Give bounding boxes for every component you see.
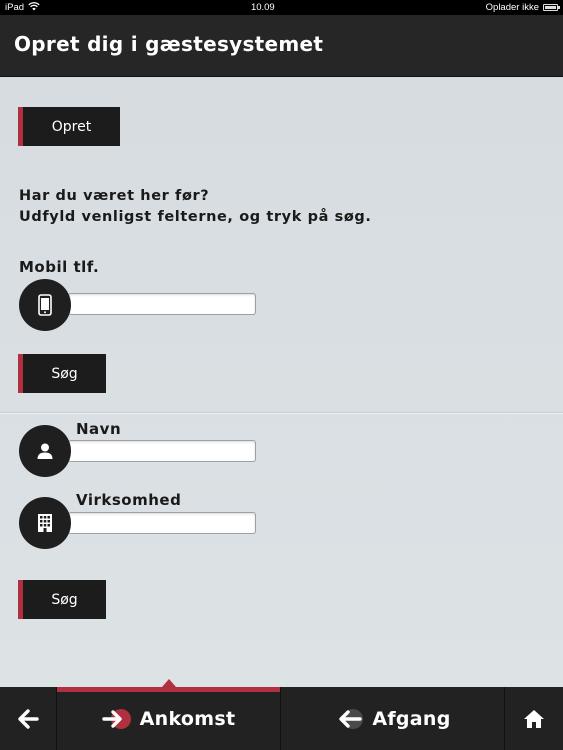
phone-label: Mobil tlf. (19, 258, 100, 276)
battery-icon (542, 4, 560, 11)
tab-arrival-label: Ankomst (139, 707, 236, 730)
company-input[interactable] (68, 512, 256, 534)
device-name: iPad (5, 2, 25, 13)
arrival-arrow-icon (101, 708, 131, 729)
active-tab-notch (162, 679, 176, 687)
tab-arrival[interactable]: Ankomst (57, 687, 280, 750)
bottom-nav: Ankomst Afgang (0, 679, 563, 750)
name-input[interactable] (68, 440, 256, 462)
create-button[interactable]: Opret (18, 107, 120, 146)
wifi-icon (28, 1, 40, 14)
home-icon (524, 709, 544, 728)
tab-departure-label: Afgang (372, 707, 451, 730)
main-content: Opret Har du været her før? Udfyld venli… (0, 77, 563, 687)
back-arrow-icon (18, 708, 39, 729)
charging-status: Oplader ikke (485, 2, 539, 13)
section-divider (0, 412, 563, 413)
back-button[interactable] (0, 687, 56, 750)
home-button[interactable] (505, 687, 563, 750)
departure-arrow-icon (339, 708, 364, 729)
company-label: Virksomhed (76, 491, 182, 509)
tab-departure[interactable]: Afgang (281, 687, 504, 750)
search-company-button[interactable]: Søg (18, 580, 106, 619)
intro-text: Har du været her før? Udfyld venligst fe… (19, 186, 372, 228)
intro-line-2: Udfyld venligst felterne, og tryk på søg… (19, 209, 372, 225)
phone-icon (19, 279, 71, 331)
user-icon (19, 425, 71, 477)
status-time: 10.09 (250, 2, 275, 13)
name-label: Navn (76, 420, 122, 438)
phone-input[interactable] (68, 293, 256, 315)
page-title: Opret dig i gæstesystemet (14, 32, 324, 56)
title-bar: Opret dig i gæstesystemet (0, 15, 563, 77)
status-bar: iPad 10.09 Oplader ikke (0, 0, 563, 15)
intro-line-1: Har du været her før? (19, 188, 210, 204)
building-icon (19, 497, 71, 549)
search-phone-button[interactable]: Søg (18, 354, 106, 393)
